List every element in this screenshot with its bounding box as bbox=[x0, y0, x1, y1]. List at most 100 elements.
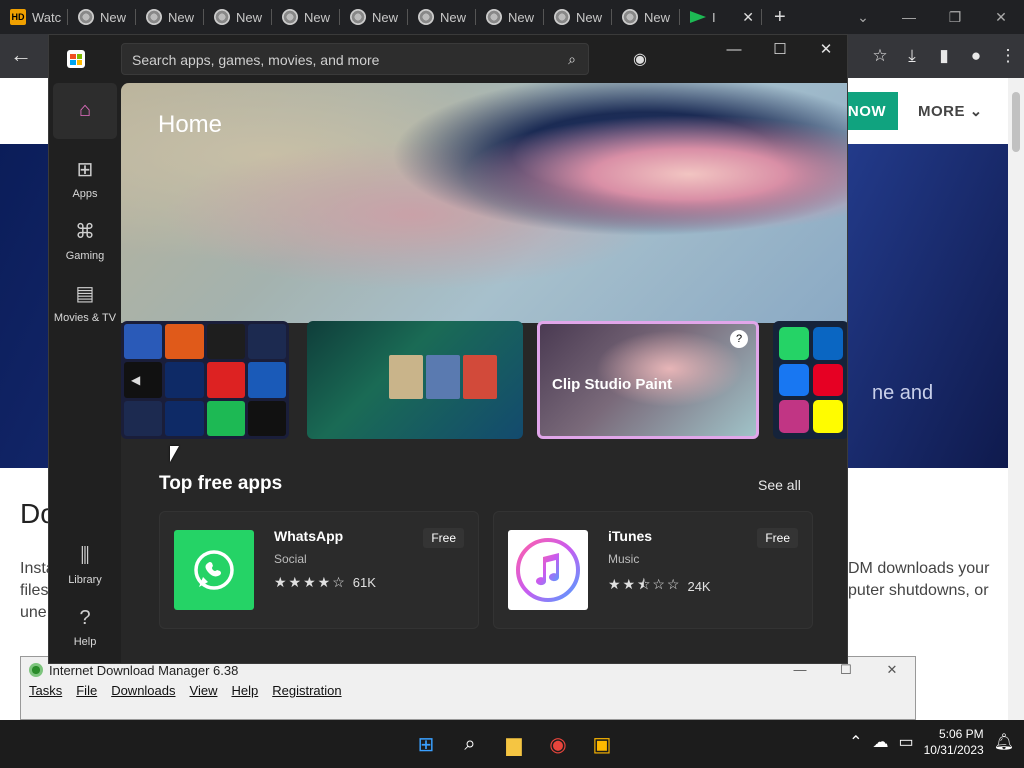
side-panel-icon[interactable]: ▮ bbox=[928, 46, 960, 66]
tab-label: New bbox=[644, 9, 671, 25]
tab-label: New bbox=[236, 9, 263, 25]
system-tray: ⌃ ☁ ▭ 5:06 PM 10/31/2023 🔔︎ bbox=[849, 726, 1014, 758]
store-titlebar: Search apps, games, movies, and more ⌕ ◉… bbox=[49, 35, 847, 83]
file-explorer-icon[interactable]: ▆ bbox=[498, 728, 530, 760]
app-card-itunes[interactable]: iTunes Music ★★⯪☆☆ 24K Free bbox=[493, 511, 813, 629]
menu-downloads[interactable]: Downloads bbox=[111, 683, 175, 705]
nav-home[interactable]: ⌂ bbox=[53, 83, 117, 139]
maximize-icon[interactable]: ☐ bbox=[757, 35, 803, 65]
carousel-card-social[interactable] bbox=[773, 321, 847, 439]
store-icon[interactable]: ▣ bbox=[586, 728, 618, 760]
carousel-card-streaming[interactable]: ◀ bbox=[121, 321, 289, 439]
tab-new-2[interactable]: New bbox=[136, 0, 204, 34]
minimize-icon[interactable]: — bbox=[777, 662, 823, 678]
tab-label: New bbox=[168, 9, 195, 25]
close-icon[interactable]: ✕ bbox=[978, 9, 1024, 26]
tab-new-5[interactable]: New bbox=[340, 0, 408, 34]
tab-label: New bbox=[508, 9, 535, 25]
menu-registration[interactable]: Registration bbox=[272, 683, 341, 705]
web-text-line: puter shutdowns, or bbox=[848, 582, 989, 599]
nav-help[interactable]: ? Help bbox=[53, 607, 117, 648]
chrome-icon[interactable]: ◉ bbox=[542, 728, 574, 760]
tab-label: New bbox=[440, 9, 467, 25]
minimize-icon[interactable]: — bbox=[886, 9, 932, 26]
nav-library[interactable]: ⫼ Library bbox=[53, 545, 117, 586]
hd-icon: HD bbox=[10, 9, 26, 25]
close-tab-icon[interactable]: ✕ bbox=[742, 9, 754, 26]
hero-banner[interactable]: Home bbox=[121, 83, 847, 323]
scrollbar-thumb[interactable] bbox=[1012, 92, 1020, 152]
chevron-left-icon[interactable]: ◀ bbox=[131, 373, 140, 387]
tab-new-7[interactable]: New bbox=[476, 0, 544, 34]
banner-text: ne and bbox=[872, 382, 934, 404]
nav-gaming[interactable]: ⌘ Gaming bbox=[53, 219, 117, 262]
star-rating-icons: ★★★★☆ bbox=[274, 574, 347, 590]
clock[interactable]: 5:06 PM 10/31/2023 bbox=[924, 726, 984, 758]
app-card-whatsapp[interactable]: WhatsApp Social ★★★★☆ 61K Free bbox=[159, 511, 479, 629]
download-icon[interactable]: ⤓ bbox=[896, 46, 928, 66]
tab-new-8[interactable]: New bbox=[544, 0, 612, 34]
nav-apps[interactable]: ⊞ Apps bbox=[53, 157, 117, 200]
chrome-icon bbox=[214, 9, 230, 25]
price-badge: Free bbox=[757, 528, 798, 548]
search-box[interactable]: Search apps, games, movies, and more ⌕ bbox=[121, 43, 589, 75]
tab-new-3[interactable]: New bbox=[204, 0, 272, 34]
tab-new-9[interactable]: New bbox=[612, 0, 680, 34]
search-icon[interactable]: ⌕ bbox=[454, 728, 486, 760]
restore-icon[interactable]: ❐ bbox=[932, 9, 978, 26]
web-paragraph-right: DM downloads your puter shutdowns, or bbox=[848, 558, 989, 602]
windows-start-icon[interactable]: ⊞ bbox=[410, 728, 442, 760]
carousel-card-label: Clip Studio Paint bbox=[552, 376, 672, 393]
minimize-icon[interactable]: — bbox=[711, 35, 757, 65]
account-icon[interactable]: ◉ bbox=[633, 49, 653, 69]
chrome-icon bbox=[350, 9, 366, 25]
nav-label: Apps bbox=[72, 188, 98, 200]
maximize-icon[interactable]: ☐ bbox=[823, 662, 869, 678]
display-icon[interactable]: ▭ bbox=[899, 732, 914, 752]
tab-new-6[interactable]: New bbox=[408, 0, 476, 34]
more-menu[interactable]: MORE ⌄ bbox=[918, 102, 983, 120]
close-icon[interactable]: ✕ bbox=[803, 35, 847, 65]
store-window-controls: — ☐ ✕ bbox=[711, 35, 847, 65]
menu-tasks[interactable]: Tasks bbox=[29, 683, 62, 705]
onedrive-icon[interactable]: ☁ bbox=[873, 732, 889, 752]
chrome-icon bbox=[418, 9, 434, 25]
carousel-card-anime[interactable] bbox=[307, 321, 523, 439]
see-all-link[interactable]: See all bbox=[758, 477, 801, 493]
web-text-line: DM downloads your bbox=[848, 560, 990, 577]
web-text-line: Insta bbox=[20, 560, 50, 577]
back-arrow-icon[interactable]: ← bbox=[10, 42, 32, 68]
nav-movies-tv[interactable]: ▤ Movies & TV bbox=[53, 281, 117, 324]
page-scrollbar[interactable] bbox=[1008, 78, 1024, 720]
tab-new-4[interactable]: New bbox=[272, 0, 340, 34]
store-content: Home ◀ Clip Studio Paint ? Top free apps… bbox=[121, 83, 847, 663]
menu-help[interactable]: Help bbox=[231, 683, 258, 705]
notification-bell-icon[interactable]: 🔔︎ bbox=[994, 732, 1014, 752]
help-icon: ? bbox=[79, 607, 91, 629]
chevron-up-icon[interactable]: ⌃ bbox=[849, 732, 862, 752]
browser-tabstrip: HD Watc New New New New New New New New N… bbox=[0, 0, 1024, 34]
library-icon: ⫼ bbox=[80, 545, 90, 567]
search-input[interactable]: Search apps, games, movies, and more bbox=[132, 52, 379, 68]
toolbar-icons: ☆ ⤓ ▮ ● ⋮ bbox=[864, 34, 1024, 78]
tab-watch[interactable]: HD Watc bbox=[0, 0, 68, 34]
tab-active[interactable]: I ✕ bbox=[680, 0, 762, 34]
clock-date: 10/31/2023 bbox=[923, 743, 984, 757]
app-name: iTunes bbox=[608, 528, 653, 544]
search-icon[interactable]: ⌕ bbox=[568, 51, 576, 68]
profile-icon[interactable]: ● bbox=[960, 46, 992, 66]
app-rating: ★★⯪☆☆ 24K bbox=[608, 574, 711, 598]
idm-title: Internet Download Manager 6.38 bbox=[49, 662, 239, 678]
chevron-down-icon[interactable]: ⌄ bbox=[840, 9, 886, 26]
nav-label: Library bbox=[68, 574, 102, 586]
close-icon[interactable]: ✕ bbox=[869, 662, 915, 678]
tab-new-1[interactable]: New bbox=[68, 0, 136, 34]
star-icon[interactable]: ☆ bbox=[864, 46, 896, 66]
price-badge: Free bbox=[423, 528, 464, 548]
carousel-card-clip-studio[interactable]: Clip Studio Paint ? bbox=[537, 321, 759, 439]
new-tab-icon[interactable]: + bbox=[774, 6, 786, 29]
menu-view[interactable]: View bbox=[190, 683, 218, 705]
menu-file[interactable]: File bbox=[76, 683, 97, 705]
app-rating: ★★★★☆ 61K bbox=[274, 574, 376, 591]
menu-dots-icon[interactable]: ⋮ bbox=[992, 46, 1024, 66]
